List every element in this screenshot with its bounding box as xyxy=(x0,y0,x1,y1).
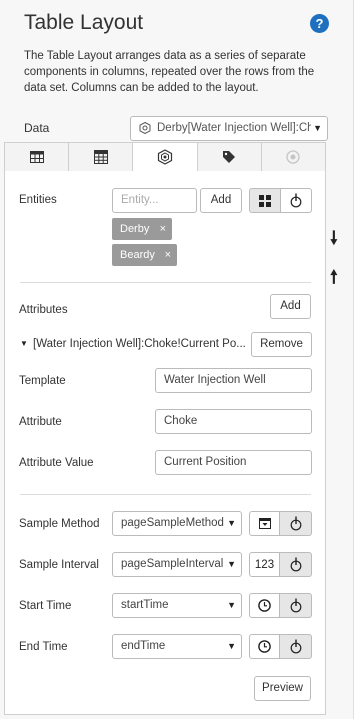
end-time-pointer-button[interactable] xyxy=(280,634,312,659)
circle-icon xyxy=(286,150,301,164)
attribute-field[interactable]: Choke xyxy=(155,409,312,434)
template-label: Template xyxy=(19,375,66,387)
entities-label: Entities xyxy=(19,194,57,206)
tab-table[interactable] xyxy=(4,142,70,172)
close-icon[interactable]: × xyxy=(160,218,166,240)
chevron-down-icon: ▼ xyxy=(227,559,236,569)
touch-icon xyxy=(290,557,301,572)
list-box-icon xyxy=(258,518,271,529)
arrow-down-icon[interactable]: 🠗 xyxy=(330,226,338,256)
chevron-down-icon: ▼ xyxy=(311,117,322,140)
calculator-icon xyxy=(93,150,108,164)
end-time-value: endTime xyxy=(121,640,166,652)
page-title: Table Layout xyxy=(24,11,144,34)
description-text: The Table Layout arranges data as a seri… xyxy=(24,50,315,94)
attributes-label: Attributes xyxy=(19,304,68,316)
attribute-label: Attribute xyxy=(19,416,62,428)
sample-method-select[interactable]: pageSampleMethod ▼ xyxy=(112,511,242,536)
grid-view-button[interactable] xyxy=(249,188,281,213)
arrow-up-icon[interactable]: 🠕 xyxy=(330,265,338,295)
start-time-select[interactable]: startTime ▼ xyxy=(112,593,242,618)
tab-calculator[interactable] xyxy=(69,142,134,172)
sample-interval-label: Sample Interval xyxy=(19,559,99,571)
end-time-select[interactable]: endTime ▼ xyxy=(112,634,242,659)
end-time-label: End Time xyxy=(19,641,68,653)
tag-icon xyxy=(223,151,236,163)
grid-icon xyxy=(259,194,271,207)
touch-icon xyxy=(290,193,302,208)
sample-interval-select[interactable]: pageSampleInterval ▼ xyxy=(112,552,242,577)
preview-button[interactable]: Preview xyxy=(254,676,311,701)
start-time-value: startTime xyxy=(121,599,169,611)
sample-method-pointer-button[interactable] xyxy=(280,511,312,536)
clock-icon xyxy=(258,599,271,612)
touch-icon xyxy=(290,598,301,613)
start-time-clock-button[interactable] xyxy=(249,593,280,618)
question-circle-icon[interactable]: ? xyxy=(310,14,329,33)
remove-attribute-button[interactable]: Remove xyxy=(251,332,312,357)
add-attribute-button[interactable]: Add xyxy=(270,294,311,319)
chip-label: Derby xyxy=(120,223,150,235)
numeric-badge: 123 xyxy=(254,558,275,571)
divider xyxy=(20,282,311,283)
chevron-down-icon: ▼ xyxy=(227,518,236,528)
sample-interval-value: pageSampleInterval xyxy=(121,558,224,570)
divider xyxy=(20,494,311,495)
chevron-down-icon: ▼ xyxy=(227,641,236,651)
tab-disabled xyxy=(261,142,327,172)
table-icon xyxy=(29,151,44,163)
chip-label: Beardy xyxy=(120,249,155,261)
tab-bar xyxy=(4,142,327,172)
data-select[interactable]: Derby[Water Injection Well]:Cho ▼ xyxy=(130,116,328,141)
add-entity-button[interactable]: Add xyxy=(200,188,242,213)
tab-tags[interactable] xyxy=(197,142,262,172)
sample-method-list-button[interactable] xyxy=(249,511,280,536)
hexagon-icon xyxy=(157,149,173,165)
data-label: Data xyxy=(24,121,50,135)
hexagon-icon xyxy=(139,122,151,134)
data-select-value: Derby[Water Injection Well]:Cho xyxy=(157,122,320,134)
entity-chip[interactable]: Beardy × xyxy=(112,244,177,266)
touch-icon xyxy=(290,516,301,531)
end-time-clock-button[interactable] xyxy=(249,634,280,659)
entity-chip[interactable]: Derby × xyxy=(112,218,172,240)
touch-icon xyxy=(290,639,301,654)
clock-icon xyxy=(258,640,271,653)
attribute-item-label[interactable]: [Water Injection Well]:Choke!Current Po.… xyxy=(33,338,245,350)
attribute-value-label: Attribute Value xyxy=(19,457,94,469)
numeric-input-button[interactable]: 123 xyxy=(249,552,280,577)
entity-input[interactable]: Entity... xyxy=(112,188,197,213)
close-icon[interactable]: × xyxy=(165,244,171,266)
caret-down-icon[interactable]: ▼ xyxy=(20,339,28,348)
start-time-pointer-button[interactable] xyxy=(280,593,312,618)
start-time-label: Start Time xyxy=(19,600,72,612)
chevron-down-icon: ▼ xyxy=(227,600,236,610)
attribute-value-field[interactable]: Current Position xyxy=(155,450,312,475)
sample-method-value: pageSampleMethod xyxy=(121,517,224,529)
entity-pointer-button[interactable] xyxy=(281,188,312,213)
template-field[interactable]: Water Injection Well xyxy=(155,368,312,393)
sample-method-label: Sample Method xyxy=(19,518,100,530)
sample-interval-pointer-button[interactable] xyxy=(280,552,312,577)
tab-data-source[interactable] xyxy=(133,142,198,172)
